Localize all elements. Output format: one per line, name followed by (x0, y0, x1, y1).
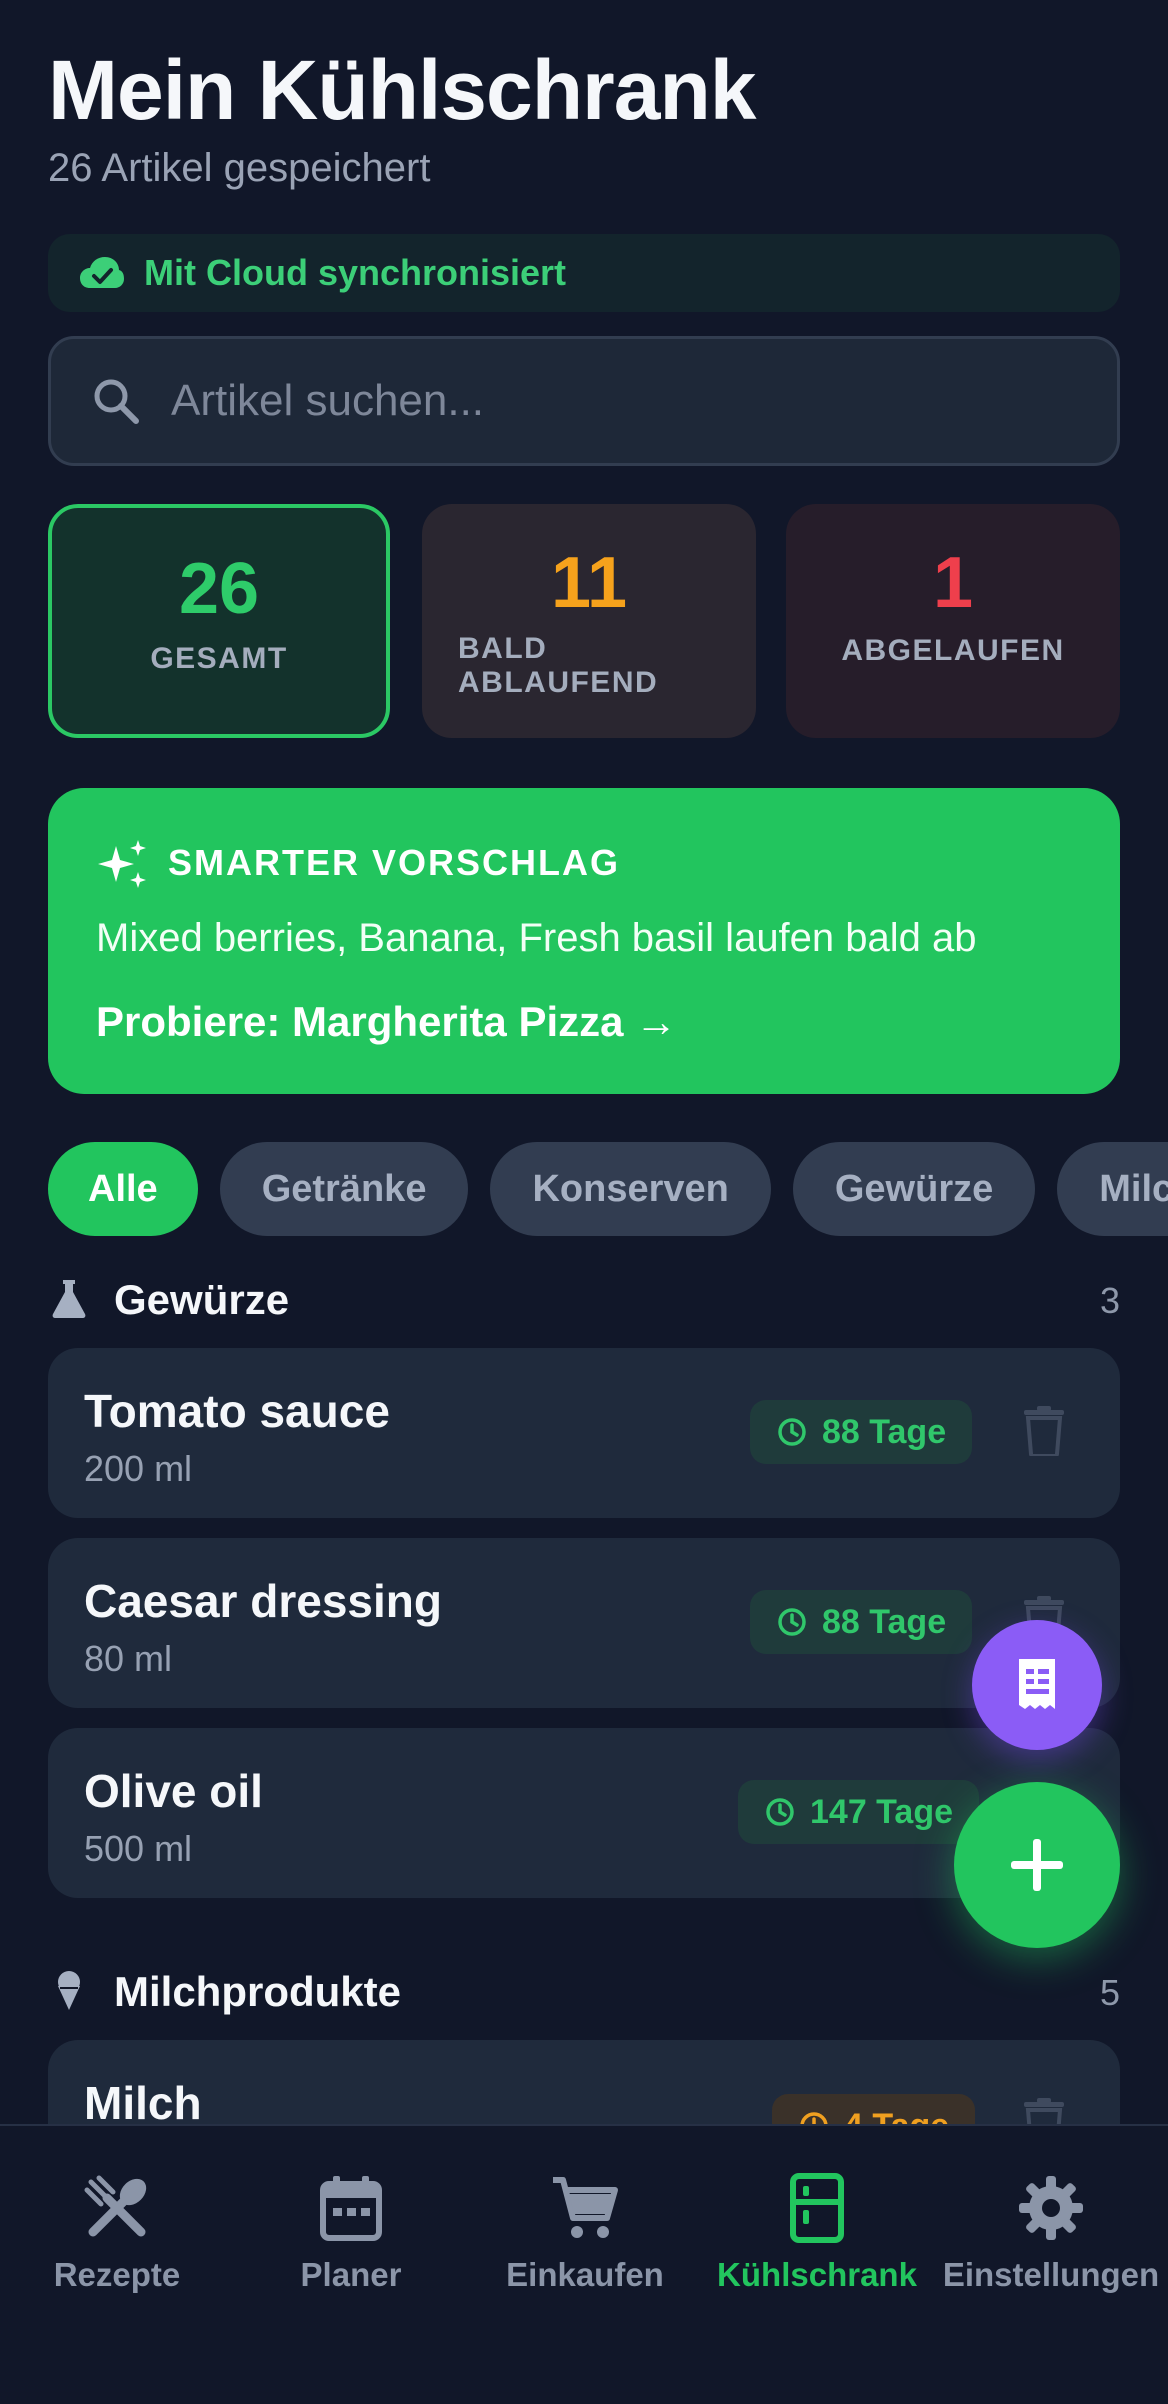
tab-label: Einstellungen (942, 2256, 1160, 2293)
item-quantity: 200 ml (84, 1448, 193, 1489)
fridge-icon (790, 2173, 844, 2243)
clock-icon (766, 1798, 794, 1826)
add-item-button[interactable] (954, 1782, 1120, 1948)
chip-getraenke[interactable]: Getränke (219, 1142, 469, 1236)
item-quantity: 500 ml (84, 1828, 193, 1869)
tab-label: Kühlschrank (717, 2256, 917, 2293)
expiry-badge: 88 Tage (750, 1590, 973, 1654)
stat-expiring-soon-card[interactable]: 11 BALD ABLAUFEND (422, 504, 756, 738)
receipt-icon (1019, 1659, 1055, 1709)
tab-einkaufen[interactable]: Einkaufen (468, 2172, 702, 2294)
tab-label: Planer (300, 2256, 402, 2293)
suggestion-text: Mixed berries, Banana, Fresh basil laufe… (96, 916, 977, 960)
tab-label: Einkaufen (506, 2256, 664, 2293)
item-name: Tomato sauce (84, 1385, 390, 1437)
list-item[interactable]: Tomato sauce 200 ml 88 Tage (48, 1348, 1120, 1518)
stat-expiring-soon-label: BALD ABLAUFEND (458, 632, 659, 699)
trash-icon[interactable] (1024, 1406, 1064, 1456)
expiry-days: 88 Tage (822, 1602, 947, 1641)
expiry-days: 147 Tage (810, 1792, 954, 1831)
sync-status-banner: Mit Cloud synchronisiert (48, 234, 1120, 312)
smart-suggestion-card[interactable]: SMARTER VORSCHLAG Mixed berries, Banana,… (48, 788, 1120, 1094)
fridge-screen: Mein Kühlschrank 26 Artikel gespeichert … (0, 0, 1168, 2404)
search-input[interactable] (171, 376, 1071, 426)
item-name: Milch (84, 2077, 202, 2129)
expiry-badge: 88 Tage (750, 1400, 973, 1464)
clock-icon (778, 1418, 806, 1446)
tab-einstellungen[interactable]: Einstellungen (934, 2172, 1168, 2294)
chip-milchprodukte[interactable]: Milchprodukte (1057, 1142, 1168, 1236)
flask-icon (52, 1280, 86, 1318)
tab-label: Rezepte (53, 2256, 181, 2293)
chip-konserven[interactable]: Konserven (490, 1142, 771, 1236)
cloud-check-icon (80, 257, 124, 288)
search-bar[interactable] (48, 336, 1120, 466)
item-quantity: 80 ml (84, 1638, 173, 1679)
expiry-badge: 147 Tage (738, 1780, 980, 1844)
stat-expiring-soon-value: 11 (550, 543, 628, 623)
stat-total-card[interactable]: 26 GESAMT (48, 504, 390, 738)
stat-expired-card[interactable]: 1 ABGELAUFEN (786, 504, 1120, 738)
tab-rezepte[interactable]: Rezepte (0, 2172, 234, 2294)
sparkles-icon (98, 840, 146, 888)
category-filter-chips: AlleGetränkeKonservenGewürzeMilchprodukt… (48, 1142, 1168, 1236)
gear-icon (1019, 2176, 1083, 2240)
suggestion-heading: SMARTER VORSCHLAG (168, 842, 621, 883)
item-name: Olive oil (84, 1765, 263, 1817)
item-name: Caesar dressing (84, 1575, 442, 1627)
section-title: Milchprodukte (114, 1968, 402, 2015)
stat-total-value: 26 (178, 549, 260, 629)
scan-receipt-button[interactable] (972, 1620, 1102, 1750)
chip-alle[interactable]: Alle (48, 1142, 198, 1236)
cart-icon (553, 2177, 618, 2238)
stat-expired-label: ABGELAUFEN (841, 634, 1065, 667)
section-title: Gewürze (114, 1276, 290, 1323)
utensils-icon (84, 2175, 147, 2237)
tab-kuehlschrank[interactable]: Kühlschrank (700, 2172, 934, 2294)
tab-planer[interactable]: Planer (234, 2172, 468, 2294)
item-count-subtitle: 26 Artikel gespeichert (48, 146, 431, 190)
stat-expired-value: 1 (932, 543, 974, 623)
section-count: 5 (1099, 1972, 1120, 2013)
expiry-days: 88 Tage (822, 1412, 947, 1451)
stat-total-label: GESAMT (150, 642, 288, 675)
clock-icon (778, 1608, 806, 1636)
calendar-icon (320, 2176, 382, 2241)
bottom-tab-bar: Rezepte Planer Einkaufen Kühlschrank Ein… (0, 2124, 1168, 2404)
section-header-gewuerze: Gewürze 3 (48, 1270, 1120, 1330)
page-title: Mein Kühlschrank (48, 43, 756, 137)
ice-cream-icon (58, 1971, 80, 2010)
list-item[interactable]: Caesar dressing 80 ml 88 Tage (48, 1538, 1120, 1708)
search-icon (94, 379, 139, 424)
suggestion-recipe-link[interactable]: Probiere: Margherita Pizza → (96, 998, 677, 1046)
section-count: 3 (1099, 1280, 1120, 1321)
section-header-milchprodukte: Milchprodukte 5 (48, 1962, 1120, 2022)
plus-icon (1011, 1839, 1063, 1891)
sync-label: Mit Cloud synchronisiert (144, 252, 567, 293)
chip-gewuerze[interactable]: Gewürze (792, 1142, 1036, 1236)
